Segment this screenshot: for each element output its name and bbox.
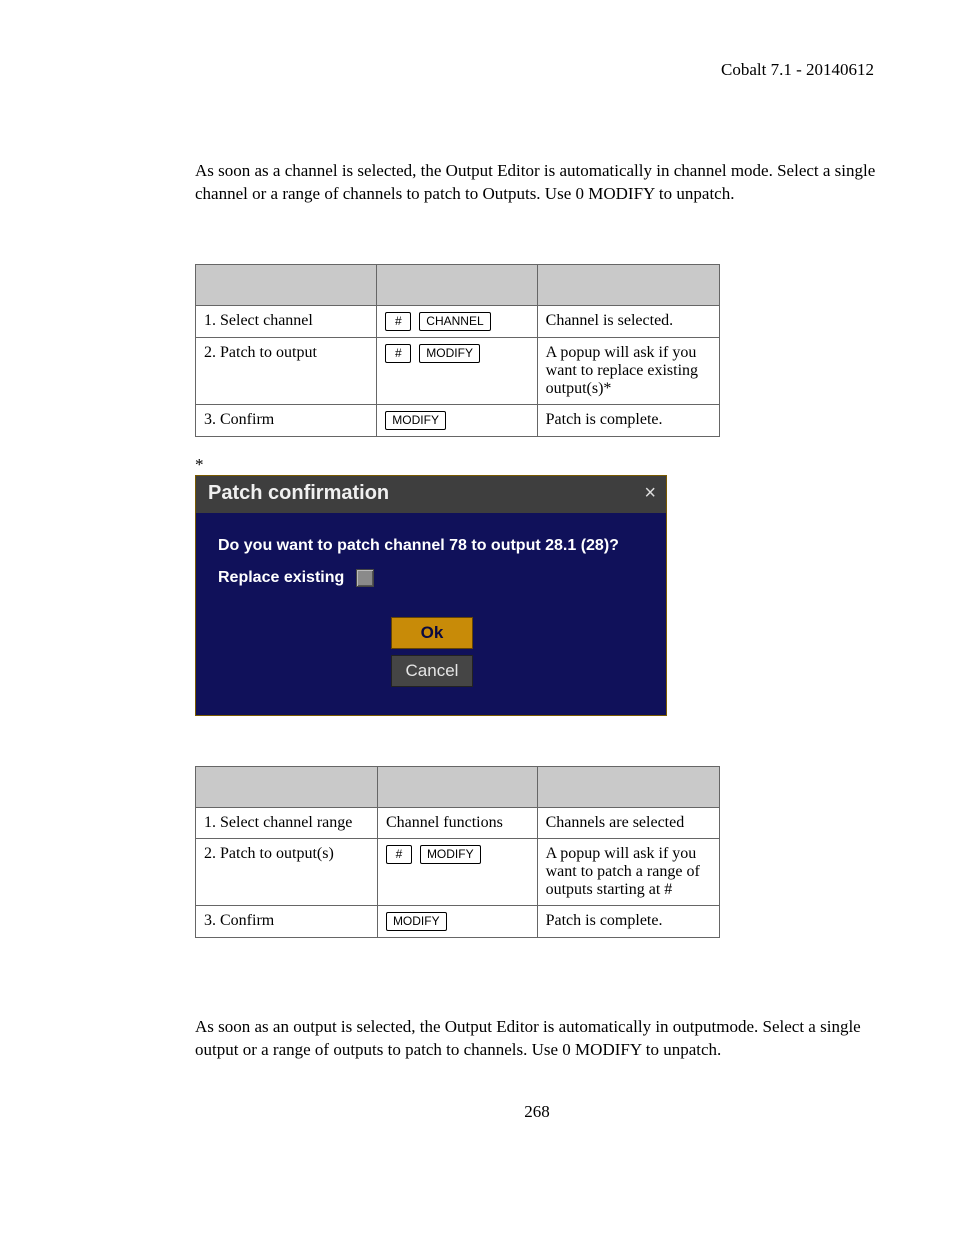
keycap: #	[385, 312, 411, 331]
close-icon[interactable]: ×	[644, 482, 656, 505]
table-row: 2. Patch to output(s) # MODIFY A popup w…	[196, 838, 720, 905]
doc-header: Cobalt 7.1 - 20140612	[721, 60, 874, 79]
intro-paragraph-1: As soon as a channel is selected, the Ou…	[195, 160, 879, 206]
keycap: MODIFY	[420, 845, 481, 864]
keycap: MODIFY	[419, 344, 480, 363]
asterisk-note: *	[195, 455, 879, 475]
keycap: CHANNEL	[419, 312, 490, 331]
table-row: 1. Select channel # CHANNEL Channel is s…	[196, 305, 720, 337]
steps-table-2: 1. Select channel range Channel function…	[195, 766, 720, 938]
keycap: #	[385, 344, 411, 363]
table-row: 2. Patch to output # MODIFY A popup will…	[196, 337, 720, 404]
dialog-question: Do you want to patch channel 78 to outpu…	[218, 537, 646, 555]
replace-existing-label: Replace existing	[218, 569, 344, 587]
table-row: 1. Select channel range Channel function…	[196, 807, 720, 838]
table-row: 3. Confirm MODIFY Patch is complete.	[196, 404, 720, 436]
ok-button[interactable]: Ok	[391, 617, 473, 649]
dialog-title-text: Patch confirmation	[208, 482, 389, 505]
patch-confirmation-dialog: Patch confirmation × Do you want to patc…	[195, 475, 667, 716]
intro-paragraph-2: As soon as an output is selected, the Ou…	[195, 1016, 879, 1062]
page-number: 268	[195, 1102, 879, 1122]
replace-existing-checkbox[interactable]	[356, 569, 374, 587]
cancel-button[interactable]: Cancel	[391, 655, 473, 687]
keycap: #	[386, 845, 412, 864]
keycap: MODIFY	[386, 912, 447, 931]
table-row: 3. Confirm MODIFY Patch is complete.	[196, 905, 720, 937]
steps-table-1: 1. Select channel # CHANNEL Channel is s…	[195, 264, 720, 437]
keycap: MODIFY	[385, 411, 446, 430]
